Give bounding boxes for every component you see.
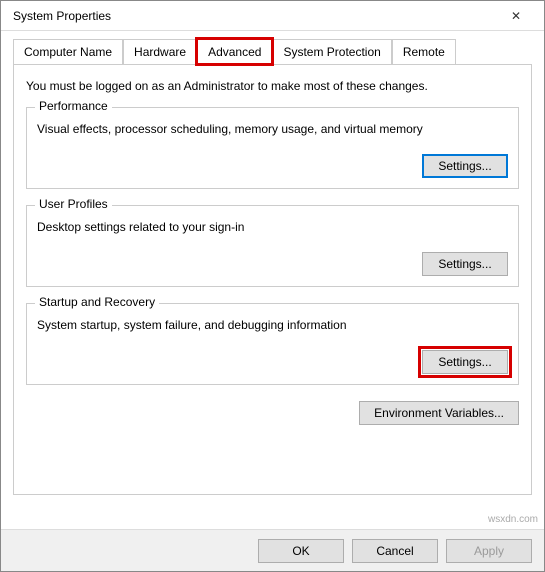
watermark: wsxdn.com xyxy=(488,514,538,525)
system-properties-window: System Properties ✕ Computer Name Hardwa… xyxy=(0,0,545,572)
desc-performance: Visual effects, processor scheduling, me… xyxy=(37,118,508,136)
close-button[interactable]: ✕ xyxy=(496,2,536,30)
tab-system-protection[interactable]: System Protection xyxy=(272,39,391,64)
titlebar: System Properties ✕ xyxy=(1,1,544,31)
desc-startup-recovery: System startup, system failure, and debu… xyxy=(37,314,508,332)
ok-button[interactable]: OK xyxy=(258,539,344,563)
cancel-button[interactable]: Cancel xyxy=(352,539,438,563)
tab-strip: Computer Name Hardware Advanced System P… xyxy=(13,39,532,65)
legend-user-profiles: User Profiles xyxy=(35,197,112,211)
group-user-profiles: User Profiles Desktop settings related t… xyxy=(26,205,519,287)
env-row: Environment Variables... xyxy=(26,401,519,425)
apply-button[interactable]: Apply xyxy=(446,539,532,563)
button-row-startup-recovery: Settings... xyxy=(37,350,508,374)
button-row-user-profiles: Settings... xyxy=(37,252,508,276)
window-title: System Properties xyxy=(9,9,496,23)
desc-user-profiles: Desktop settings related to your sign-in xyxy=(37,216,508,234)
dialog-footer: OK Cancel Apply xyxy=(1,529,544,571)
button-row-performance: Settings... xyxy=(37,154,508,178)
settings-button-startup-recovery[interactable]: Settings... xyxy=(422,350,508,374)
tab-remote[interactable]: Remote xyxy=(392,39,456,64)
intro-text: You must be logged on as an Administrato… xyxy=(26,79,519,93)
group-performance: Performance Visual effects, processor sc… xyxy=(26,107,519,189)
tab-hardware[interactable]: Hardware xyxy=(123,39,197,64)
tab-advanced[interactable]: Advanced xyxy=(197,39,272,64)
close-icon: ✕ xyxy=(511,9,521,23)
legend-startup-recovery: Startup and Recovery xyxy=(35,295,159,309)
settings-button-user-profiles[interactable]: Settings... xyxy=(422,252,508,276)
content-area: Computer Name Hardware Advanced System P… xyxy=(1,31,544,495)
tab-computer-name[interactable]: Computer Name xyxy=(13,39,123,64)
settings-button-performance[interactable]: Settings... xyxy=(422,154,508,178)
tab-panel-advanced: You must be logged on as an Administrato… xyxy=(13,65,532,495)
legend-performance: Performance xyxy=(35,99,112,113)
group-startup-recovery: Startup and Recovery System startup, sys… xyxy=(26,303,519,385)
environment-variables-button[interactable]: Environment Variables... xyxy=(359,401,519,425)
